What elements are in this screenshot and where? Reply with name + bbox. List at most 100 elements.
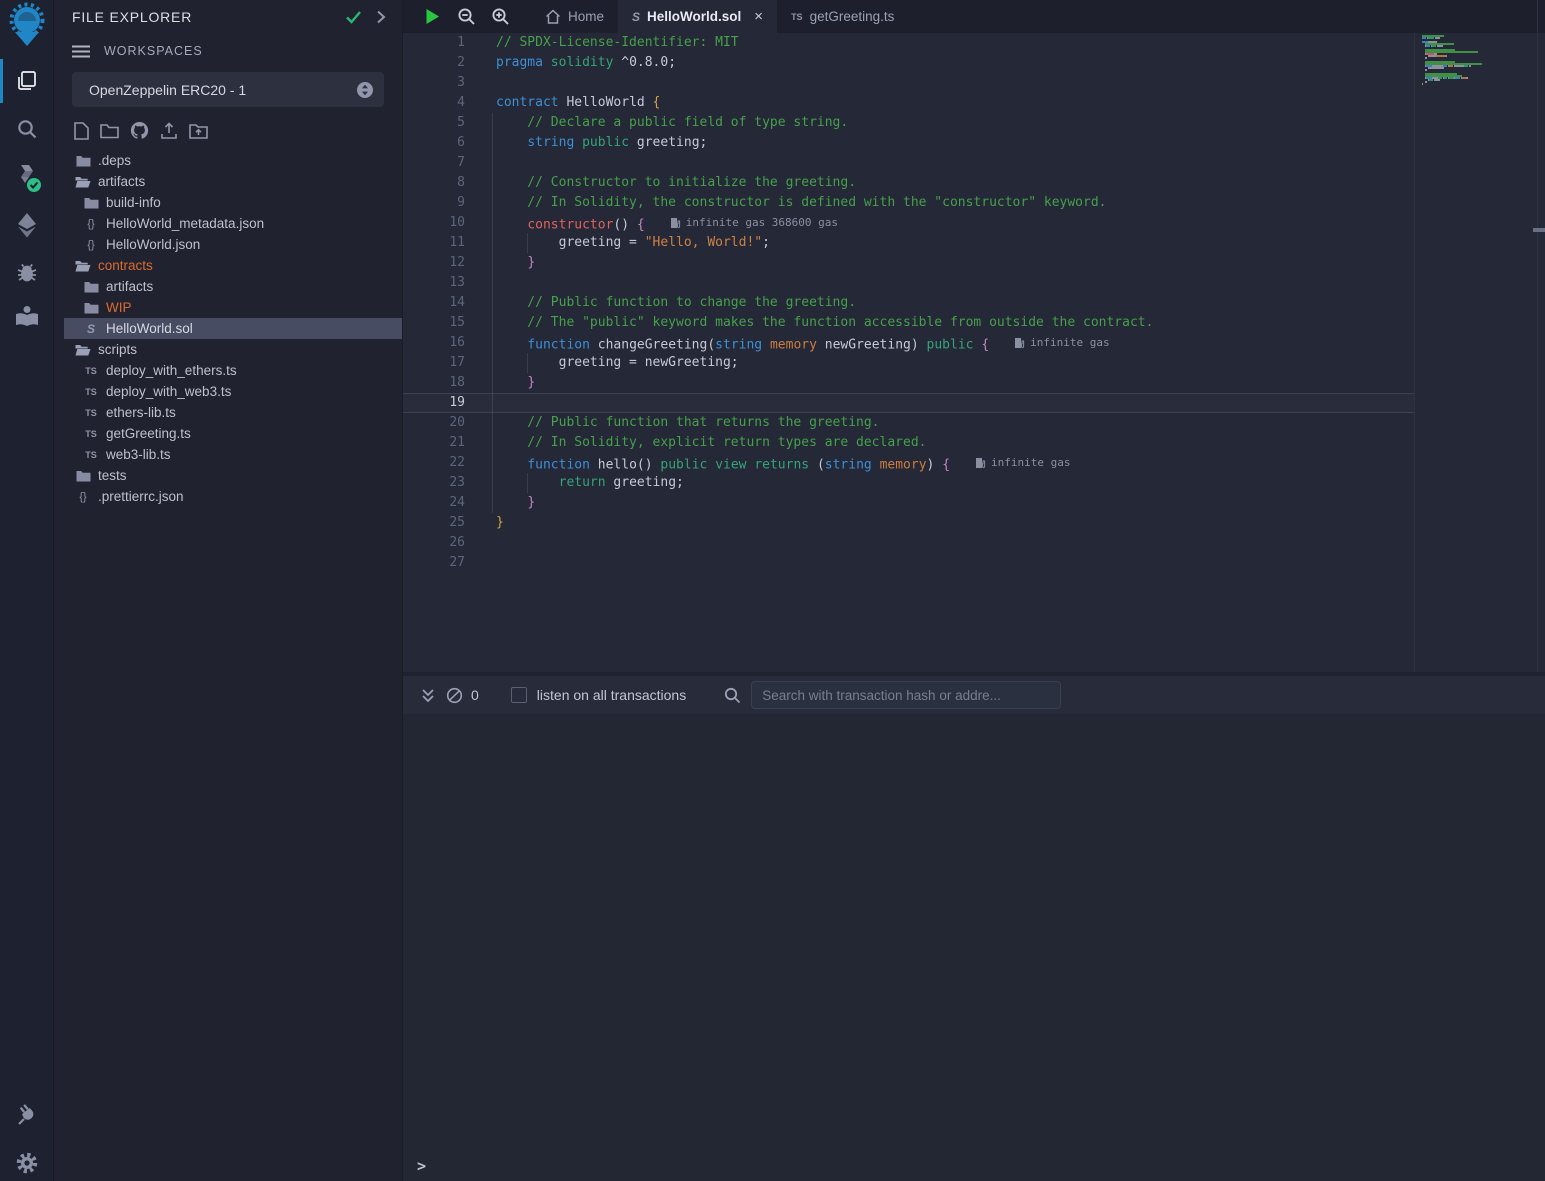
tree-item-label: tests [98, 468, 127, 483]
file-explorer-header: FILE EXPLORER [54, 0, 402, 34]
remix-logo-icon[interactable] [0, 3, 54, 47]
plugin-manager-icon[interactable] [0, 1092, 54, 1136]
load-local-folder-icon[interactable] [189, 122, 208, 139]
workspace-sort-icon[interactable] [356, 81, 374, 99]
code-line[interactable]: 13 [403, 273, 1545, 293]
tree-item-label: artifacts [106, 279, 153, 294]
tab-ts-label: getGreeting.ts [810, 9, 895, 24]
terminal-search-icon [724, 687, 741, 704]
line-number: 14 [403, 293, 465, 313]
line-content: pragma solidity ^0.8.0; [465, 53, 676, 73]
deploy-run-icon[interactable] [0, 203, 54, 247]
search-icon[interactable] [0, 107, 54, 151]
code-line[interactable]: 27 [403, 553, 1545, 573]
line-content: } [465, 513, 504, 533]
solidity-compiler-icon[interactable] [0, 155, 54, 199]
debugger-icon[interactable] [0, 250, 54, 294]
github-icon[interactable] [130, 121, 149, 140]
listen-transactions-label: listen on all transactions [537, 687, 686, 703]
line-number: 23 [403, 473, 465, 493]
code-line[interactable]: 18 } [403, 373, 1545, 393]
zoom-in-icon[interactable] [483, 0, 517, 33]
zoom-out-icon[interactable] [449, 0, 483, 33]
workspace-select[interactable]: OpenZeppelin ERC20 - 1 [72, 72, 384, 107]
publish-gist-icon[interactable] [160, 122, 178, 140]
code-line[interactable]: 11 greeting = "Hello, World!"; [403, 233, 1545, 253]
chevron-right-icon[interactable] [376, 10, 386, 24]
run-script-button[interactable] [415, 0, 449, 33]
code-line[interactable]: 25} [403, 513, 1545, 533]
new-file-icon[interactable] [74, 122, 89, 140]
code-line[interactable]: 7 [403, 153, 1545, 173]
accept-check-icon[interactable] [345, 10, 362, 24]
code-line[interactable]: 10 constructor() {infinite gas 368600 ga… [403, 213, 1545, 233]
line-content: // Public function to change the greetin… [465, 293, 856, 313]
tree-item-label: ethers-lib.ts [106, 405, 176, 420]
tab-getgreeting-ts[interactable]: TS getGreeting.ts [777, 0, 908, 33]
code-line[interactable]: 19 [403, 393, 1545, 413]
tree-item-scripts[interactable]: scripts [64, 339, 402, 360]
code-line[interactable]: 6 string public greeting; [403, 133, 1545, 153]
code-line[interactable]: 2pragma solidity ^0.8.0; [403, 53, 1545, 73]
terminal-output[interactable]: > [403, 714, 1545, 1181]
tree-item-wip[interactable]: WIP [64, 297, 402, 318]
folder-icon [72, 155, 94, 167]
tree-item-helloworld-json[interactable]: {}HelloWorld.json [64, 234, 402, 255]
code-line[interactable]: 21 // In Solidity, explicit return types… [403, 433, 1545, 453]
close-tab-icon[interactable]: × [754, 8, 763, 25]
code-line[interactable]: 4contract HelloWorld { [403, 93, 1545, 113]
tree-item--deps[interactable]: .deps [64, 150, 402, 171]
line-number: 15 [403, 313, 465, 333]
code-line[interactable]: 26 [403, 533, 1545, 553]
line-content: // Constructor to initialize the greetin… [465, 173, 856, 193]
code-line[interactable]: 5 // Declare a public field of type stri… [403, 113, 1545, 133]
tab-helloworld-sol[interactable]: S HelloWorld.sol × [618, 0, 777, 33]
hamburger-menu-icon[interactable] [72, 45, 90, 58]
minimap[interactable] [1422, 35, 1532, 89]
tree-item-tests[interactable]: tests [64, 465, 402, 486]
terminal-search-input[interactable] [751, 681, 1061, 709]
code-line[interactable]: 22 function hello() public view returns … [403, 453, 1545, 473]
learneth-icon[interactable] [0, 294, 54, 338]
code-line[interactable]: 9 // In Solidity, the constructor is def… [403, 193, 1545, 213]
code-line[interactable]: 17 greeting = newGreeting; [403, 353, 1545, 373]
code-line[interactable]: 23 return greeting; [403, 473, 1545, 493]
tree-item-helloworld-metadata-json[interactable]: {}HelloWorld_metadata.json [64, 213, 402, 234]
file-explorer-icon[interactable] [0, 59, 54, 103]
tree-item-build-info[interactable]: build-info [64, 192, 402, 213]
code-line[interactable]: 3 [403, 73, 1545, 93]
code-line[interactable]: 20 // Public function that returns the g… [403, 413, 1545, 433]
tree-item-artifacts[interactable]: artifacts [64, 171, 402, 192]
code-line[interactable]: 15 // The "public" keyword makes the fun… [403, 313, 1545, 333]
tree-item-contracts[interactable]: contracts [64, 255, 402, 276]
clear-console-icon[interactable] [441, 687, 467, 704]
line-number: 1 [403, 33, 465, 53]
code-line[interactable]: 1// SPDX-License-Identifier: MIT [403, 33, 1545, 53]
settings-gear-icon[interactable] [0, 1141, 54, 1181]
tree-item-helloworld-sol[interactable]: SHelloWorld.sol [64, 318, 402, 339]
code-line[interactable]: 24 } [403, 493, 1545, 513]
tree-item-artifacts[interactable]: artifacts [64, 276, 402, 297]
listen-transactions-checkbox[interactable] [511, 687, 527, 703]
new-folder-icon[interactable] [100, 123, 119, 139]
tree-item-deploy-with-ethers-ts[interactable]: TSdeploy_with_ethers.ts [64, 360, 402, 381]
tree-item-deploy-with-web3-ts[interactable]: TSdeploy_with_web3.ts [64, 381, 402, 402]
tree-item-web3-lib-ts[interactable]: TSweb3-lib.ts [64, 444, 402, 465]
tree-item-getgreeting-ts[interactable]: TSgetGreeting.ts [64, 423, 402, 444]
tree-item-ethers-lib-ts[interactable]: TSethers-lib.ts [64, 402, 402, 423]
code-line[interactable]: 14 // Public function to change the gree… [403, 293, 1545, 313]
expand-terminal-icon[interactable] [415, 688, 441, 703]
code-line[interactable]: 12 } [403, 253, 1545, 273]
code-editor[interactable]: 1// SPDX-License-Identifier: MIT2pragma … [403, 33, 1545, 672]
line-content: // SPDX-License-Identifier: MIT [465, 33, 739, 53]
typescript-file-icon: TS [80, 429, 102, 439]
terminal-toolbar: 0 listen on all transactions [403, 672, 1545, 714]
overview-ruler[interactable] [1537, 0, 1538, 672]
code-line[interactable]: 8 // Constructor to initialize the greet… [403, 173, 1545, 193]
code-line[interactable]: 16 function changeGreeting(string memory… [403, 333, 1545, 353]
overview-cursor-marker [1533, 228, 1545, 232]
json-file-icon: {} [80, 218, 102, 230]
activity-bar [0, 0, 54, 1181]
tab-home[interactable]: Home [531, 0, 618, 33]
tree-item--prettierrc-json[interactable]: {}.prettierrc.json [64, 486, 402, 507]
